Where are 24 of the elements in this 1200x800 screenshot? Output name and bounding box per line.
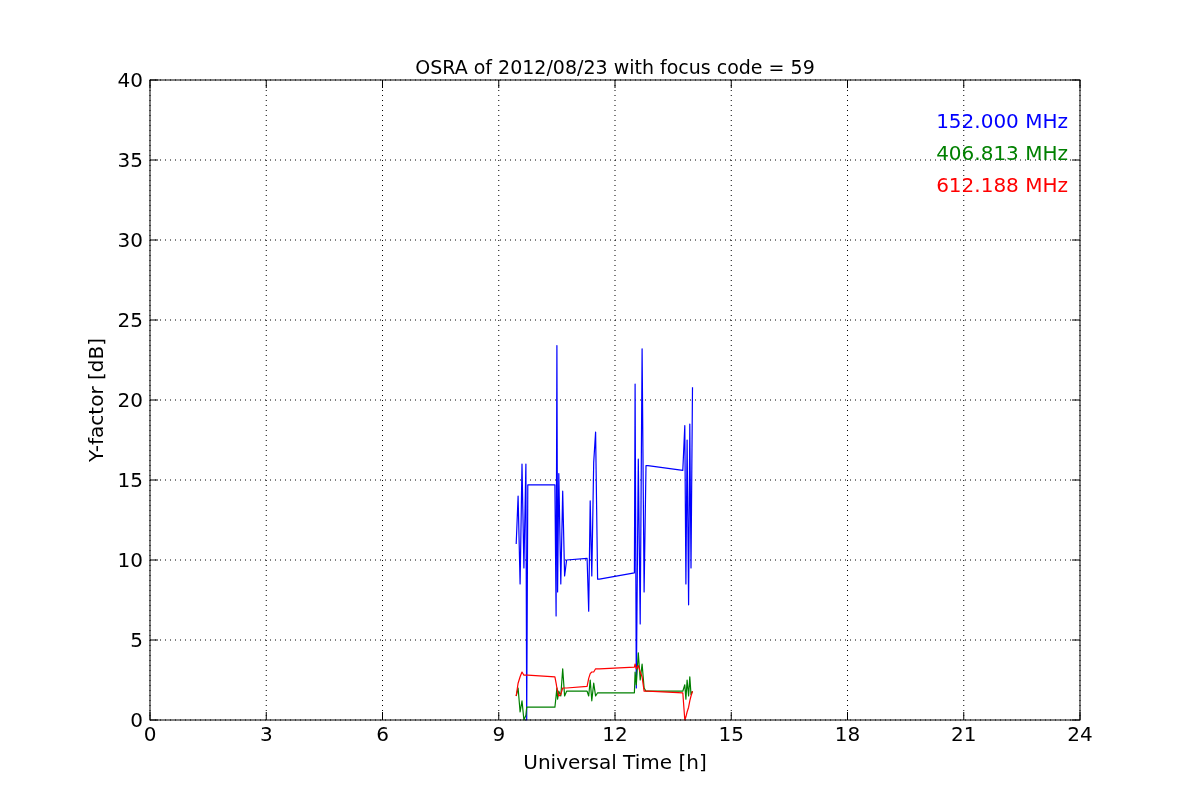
tick-label: 15 bbox=[117, 468, 143, 492]
tick-label: 15 bbox=[718, 722, 744, 746]
chart-title: OSRA of 2012/08/23 with focus code = 59 bbox=[415, 56, 815, 78]
axis-label: Y-factor [dB] bbox=[84, 338, 108, 462]
tick-label: 0 bbox=[143, 722, 157, 746]
tick-label: 40 bbox=[117, 68, 143, 92]
axis-label: Universal Time [h] bbox=[523, 750, 707, 774]
tick-label: 20 bbox=[117, 388, 143, 412]
legend-label: 152.000 MHz bbox=[936, 109, 1068, 133]
tick-label: 24 bbox=[1067, 722, 1093, 746]
tick-label: 10 bbox=[117, 548, 143, 572]
legend-label: 612.188 MHz bbox=[936, 173, 1068, 197]
tick-label: 5 bbox=[130, 628, 143, 652]
tick-label: 6 bbox=[376, 722, 389, 746]
tick-label: 25 bbox=[117, 308, 143, 332]
tick-label: 35 bbox=[117, 148, 143, 172]
tick-label: 21 bbox=[951, 722, 977, 746]
tick-label: 9 bbox=[492, 722, 506, 746]
tick-label: 18 bbox=[834, 722, 861, 746]
legend-label: 406.813 MHz bbox=[936, 141, 1068, 165]
tick-label: 0 bbox=[130, 708, 143, 732]
tick-label: 3 bbox=[259, 722, 273, 746]
tick-label: 12 bbox=[602, 722, 628, 746]
tick-label: 30 bbox=[117, 228, 143, 252]
